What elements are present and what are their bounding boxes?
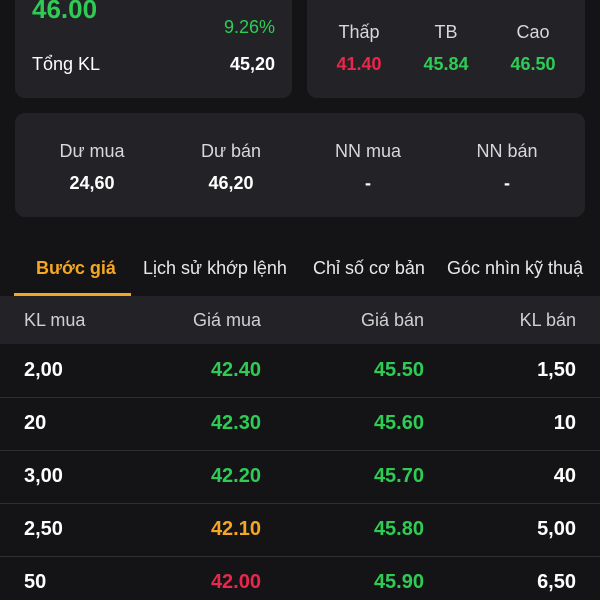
foreign-sell-value: - — [504, 173, 510, 193]
ask-price[interactable]: 45.80 — [374, 518, 424, 541]
stock-detail-screen: 46.00 9.26% Tổng KL 45,20 Thấp 41.40 TB … — [0, 0, 600, 600]
bid-price[interactable]: 42.20 — [211, 465, 261, 488]
ask-volume: 10 — [553, 412, 576, 434]
avg-price-value: 45.84 — [423, 54, 469, 74]
foreign-buy-group: NN mua - — [303, 139, 433, 195]
sell-surplus-label: Dư bán — [200, 141, 262, 161]
bid-price[interactable]: 42.10 — [211, 518, 261, 541]
header-ask-volume: KL bán — [519, 310, 576, 330]
bid-price[interactable]: 42.30 — [211, 412, 261, 435]
ask-volume: 5,00 — [537, 518, 576, 540]
bid-volume: 3,00 — [24, 465, 63, 487]
total-volume-value: 45,20 — [229, 54, 275, 74]
high-price-group: Cao 46.50 — [493, 20, 573, 76]
bid-price[interactable]: 42.40 — [211, 359, 261, 382]
table-row: 2,50 42.10 45.80 5,00 — [0, 504, 600, 557]
low-price-group: Thấp 41.40 — [319, 20, 399, 76]
last-price: 46.00 — [32, 0, 98, 24]
foreign-sell-group: NN bán - — [442, 139, 572, 195]
ask-volume: 40 — [553, 465, 576, 487]
foreign-buy-label: NN mua — [334, 141, 401, 161]
total-volume-label: Tổng KL — [32, 54, 101, 74]
bid-volume: 20 — [24, 412, 47, 434]
bid-volume: 50 — [24, 571, 47, 593]
buy-surplus-label: Dư mua — [59, 141, 125, 161]
order-book-header: KL mua Giá mua Giá bán KL bán — [0, 296, 600, 344]
tab-technical-view[interactable]: Góc nhìn kỹ thuậ — [447, 258, 583, 279]
low-price-label: Thấp — [338, 22, 380, 42]
high-price-label: Cao — [516, 22, 550, 42]
detail-tabs: Bước giá Lịch sử khớp lệnh Chỉ số cơ bản… — [0, 246, 600, 297]
ask-price[interactable]: 45.60 — [374, 412, 424, 435]
header-bid-volume: KL mua — [24, 310, 86, 330]
ask-price[interactable]: 45.50 — [374, 359, 424, 382]
foreign-sell-label: NN bán — [476, 141, 538, 161]
tab-match-history[interactable]: Lịch sử khớp lệnh — [143, 258, 287, 279]
tab-fundamentals[interactable]: Chỉ số cơ bản — [313, 258, 425, 279]
ask-volume: 1,50 — [537, 359, 576, 381]
sell-surplus-group: Dư bán 46,20 — [166, 139, 296, 195]
bid-volume: 2,00 — [24, 359, 63, 381]
bid-volume: 2,50 — [24, 518, 63, 540]
ask-price[interactable]: 45.70 — [374, 465, 424, 488]
avg-price-group: TB 45.84 — [406, 20, 486, 76]
low-price-value: 41.40 — [336, 54, 382, 74]
table-row: 3,00 42.20 45.70 40 — [0, 451, 600, 504]
header-ask-price: Giá bán — [360, 310, 424, 330]
foreign-buy-value: - — [365, 173, 371, 193]
bid-price[interactable]: 42.00 — [211, 571, 261, 594]
change-percent: 9.26% — [223, 17, 275, 37]
tab-price-steps[interactable]: Bước giá — [36, 258, 116, 279]
high-price-value: 46.50 — [510, 54, 556, 74]
table-row: 2,00 42.40 45.50 1,50 — [0, 345, 600, 398]
avg-price-label: TB — [434, 22, 458, 42]
ask-volume: 6,50 — [537, 571, 576, 593]
header-bid-price: Giá mua — [192, 310, 261, 330]
table-row: 50 42.00 45.90 6,50 — [0, 557, 600, 600]
buy-surplus-group: Dư mua 24,60 — [27, 139, 157, 195]
table-row: 20 42.30 45.60 10 — [0, 398, 600, 451]
ask-price[interactable]: 45.90 — [374, 571, 424, 594]
buy-surplus-value: 24,60 — [69, 173, 115, 193]
sell-surplus-value: 46,20 — [208, 173, 254, 193]
